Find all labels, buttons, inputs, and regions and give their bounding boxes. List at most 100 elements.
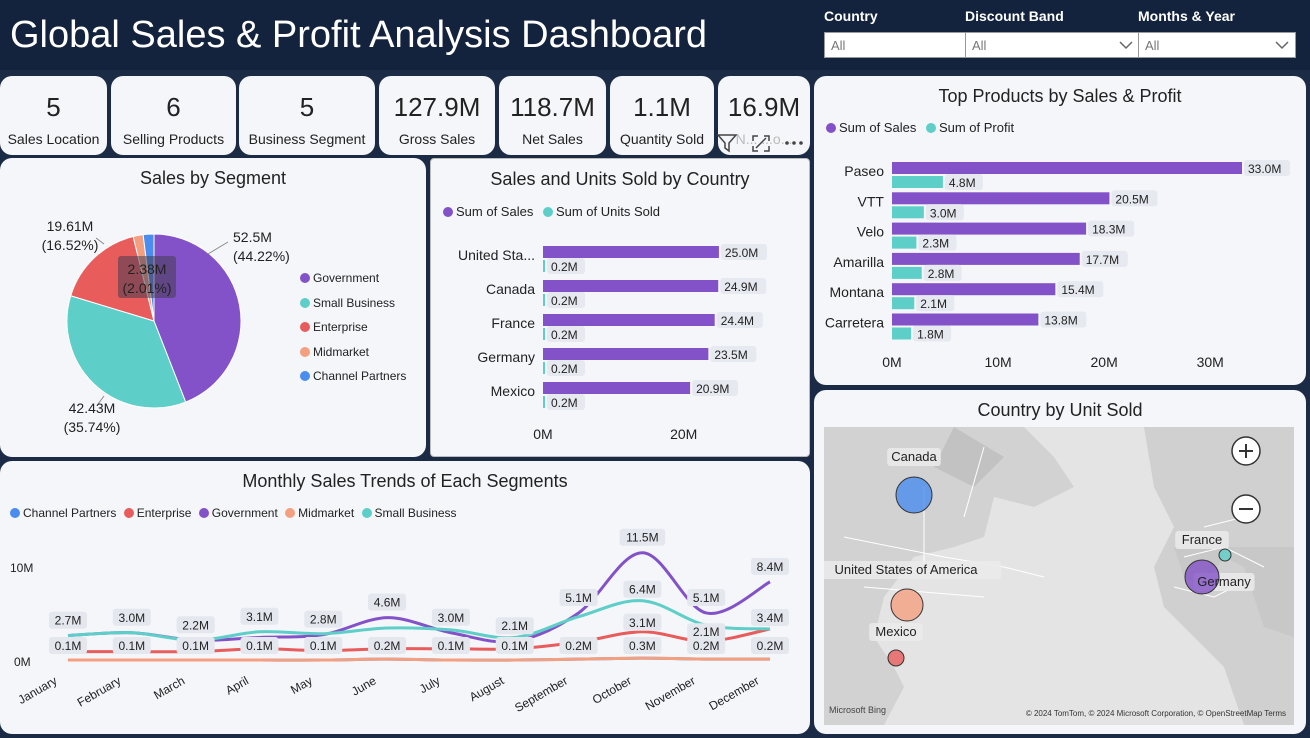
data-label: 2.1M <box>920 297 947 311</box>
filter-discount-band[interactable]: Discount Band All <box>965 8 1140 58</box>
kpi-quantity-sold: 1.1M Quantity Sold <box>610 76 714 155</box>
legend-dot <box>300 371 310 381</box>
bing-logo: Microsoft Bing <box>829 705 887 715</box>
bar-sum-of-sales[interactable] <box>892 313 1039 326</box>
data-label: 0.1M <box>182 639 209 653</box>
bubble-united-states-of-america[interactable] <box>890 588 924 622</box>
data-label: 3.0M <box>438 611 465 625</box>
bar-sum-of-sales[interactable] <box>892 283 1056 296</box>
legend-dot <box>300 322 310 332</box>
data-label: 0.2M <box>551 294 578 308</box>
bar-sum-of-profit[interactable] <box>892 266 922 279</box>
data-label: 2.2M <box>182 618 209 632</box>
legend-item-government[interactable]: Government <box>300 266 406 291</box>
bar-sum-of-sales[interactable] <box>892 162 1242 174</box>
line-enterprise[interactable] <box>68 627 771 654</box>
category-label: VTT <box>858 193 885 209</box>
legend-item-enterprise[interactable]: Enterprise <box>300 315 406 340</box>
data-label: 33.0M <box>1248 162 1281 176</box>
data-label: 2.8M <box>928 267 955 281</box>
data-label-value: 2.38M <box>128 261 167 277</box>
x-tick-label: October <box>590 673 634 706</box>
bar-sum-of-sales[interactable] <box>543 246 719 258</box>
bar-sum-of-profit[interactable] <box>892 327 912 340</box>
x-tick-label: 0M <box>882 354 901 370</box>
map-label: France <box>1182 532 1222 547</box>
bar-sum-of-profit[interactable] <box>892 236 917 249</box>
products-bar-chart[interactable]: Paseo 33.0M 4.8M VTT 20.5M 3.0M Velo 18.3M 2.3M A… <box>814 76 1306 385</box>
map-attribution[interactable]: © 2024 TomTom, © 2024 Microsoft Corporat… <box>1026 709 1286 718</box>
bar-sum-of-profit[interactable] <box>892 176 943 188</box>
visual-header-toolbar <box>712 128 812 158</box>
legend-dot <box>300 273 310 283</box>
filter-months-year[interactable]: Months & Year All <box>1138 8 1296 58</box>
legend-label: Channel Partners <box>313 369 407 383</box>
kpi-label: Quantity Sold <box>619 131 705 147</box>
category-label: Canada <box>486 281 535 297</box>
data-label: 20.5M <box>1115 192 1148 206</box>
filter-label: Months & Year <box>1138 8 1235 24</box>
country-bar-chart[interactable]: United Sta... 25.0M 0.2M Canada 24.9M 0.2M Fra… <box>431 159 811 458</box>
bar-sum-of-units-sold[interactable] <box>543 396 545 408</box>
zoom-in-icon[interactable] <box>1230 435 1262 467</box>
more-options-icon[interactable] <box>782 133 806 153</box>
zoom-out-icon[interactable] <box>1230 493 1262 525</box>
chevron-down-icon <box>1119 41 1133 50</box>
bar-sum-of-profit[interactable] <box>892 297 915 310</box>
legend-item-small-business[interactable]: Small Business <box>300 291 406 316</box>
kpi-value: 1.1M <box>633 92 691 122</box>
x-tick-label: March <box>151 673 187 702</box>
bar-sum-of-sales[interactable] <box>543 382 691 394</box>
page-title: Global Sales & Profit Analysis Dashboard <box>10 14 708 56</box>
bar-sum-of-sales[interactable] <box>543 348 709 360</box>
kpi-value: 5 <box>299 92 315 122</box>
bar-sum-of-sales[interactable] <box>543 280 719 292</box>
legend-item-midmarket[interactable]: Midmarket <box>300 340 406 365</box>
category-label: Mexico <box>491 383 536 399</box>
months-year-select[interactable]: All <box>1138 32 1296 58</box>
bar-sum-of-sales[interactable] <box>892 192 1110 205</box>
data-label: 11.5M <box>626 531 658 545</box>
data-label: 3.0M <box>118 611 145 625</box>
leader-line[interactable] <box>207 241 229 255</box>
bar-sum-of-units-sold[interactable] <box>543 294 545 306</box>
legend-label: Enterprise <box>313 320 368 334</box>
bar-sum-of-profit[interactable] <box>892 206 924 219</box>
map-label: United States of America <box>834 562 978 577</box>
bar-sum-of-sales[interactable] <box>892 252 1080 265</box>
legend-dot <box>300 297 310 308</box>
legend-item-channel-partners[interactable]: Channel Partners <box>300 364 406 389</box>
data-label: 0.2M <box>551 328 578 342</box>
bar-sum-of-units-sold[interactable] <box>543 328 545 340</box>
data-label: 13.8M <box>1044 314 1077 328</box>
focus-mode-icon[interactable] <box>750 133 772 153</box>
monthly-line-chart[interactable]: 10M 0M 2.7M 3.0M 2.2M 3.1M 2.8M 4.6M 3.0M 2.1M 5.1… <box>0 461 810 734</box>
bar-sum-of-units-sold[interactable] <box>543 260 545 272</box>
discount-band-select[interactable]: All <box>965 32 1140 58</box>
kpi-label: Sales Location <box>7 131 100 147</box>
kpi-label: Gross Sales <box>398 131 476 147</box>
x-tick-label: August <box>467 673 507 704</box>
bubble-france[interactable] <box>1218 548 1232 562</box>
filter-icon[interactable] <box>716 133 738 153</box>
line-midmarket[interactable] <box>67 656 771 662</box>
data-label: 24.4M <box>721 314 754 328</box>
bubble-mexico[interactable] <box>887 649 905 667</box>
x-tick-label: June <box>349 673 379 698</box>
sales-units-country-card: Sales and Units Sold by Country Sum of S… <box>430 158 810 457</box>
data-label: 8.4M <box>757 560 784 574</box>
map-bubbles[interactable]: Canada United States of America Mexico Fran… <box>824 427 1294 725</box>
bar-sum-of-sales[interactable] <box>543 314 715 326</box>
map-canvas[interactable]: Canada United States of America Mexico Fran… <box>824 427 1294 725</box>
bar-sum-of-sales[interactable] <box>892 222 1087 235</box>
legend-label: Government <box>313 271 380 285</box>
select-value: All <box>972 38 987 53</box>
bar-sum-of-units-sold[interactable] <box>543 362 545 374</box>
bubble-canada[interactable] <box>895 476 933 514</box>
map-label: Canada <box>891 449 937 464</box>
x-tick-label: 0M <box>533 426 552 442</box>
data-label: 15.4M <box>1061 283 1094 297</box>
top-products-card: Top Products by Sales & Profit Sum of Sa… <box>814 76 1306 385</box>
data-label: 0.1M <box>55 639 82 653</box>
x-tick-label: April <box>223 673 251 697</box>
